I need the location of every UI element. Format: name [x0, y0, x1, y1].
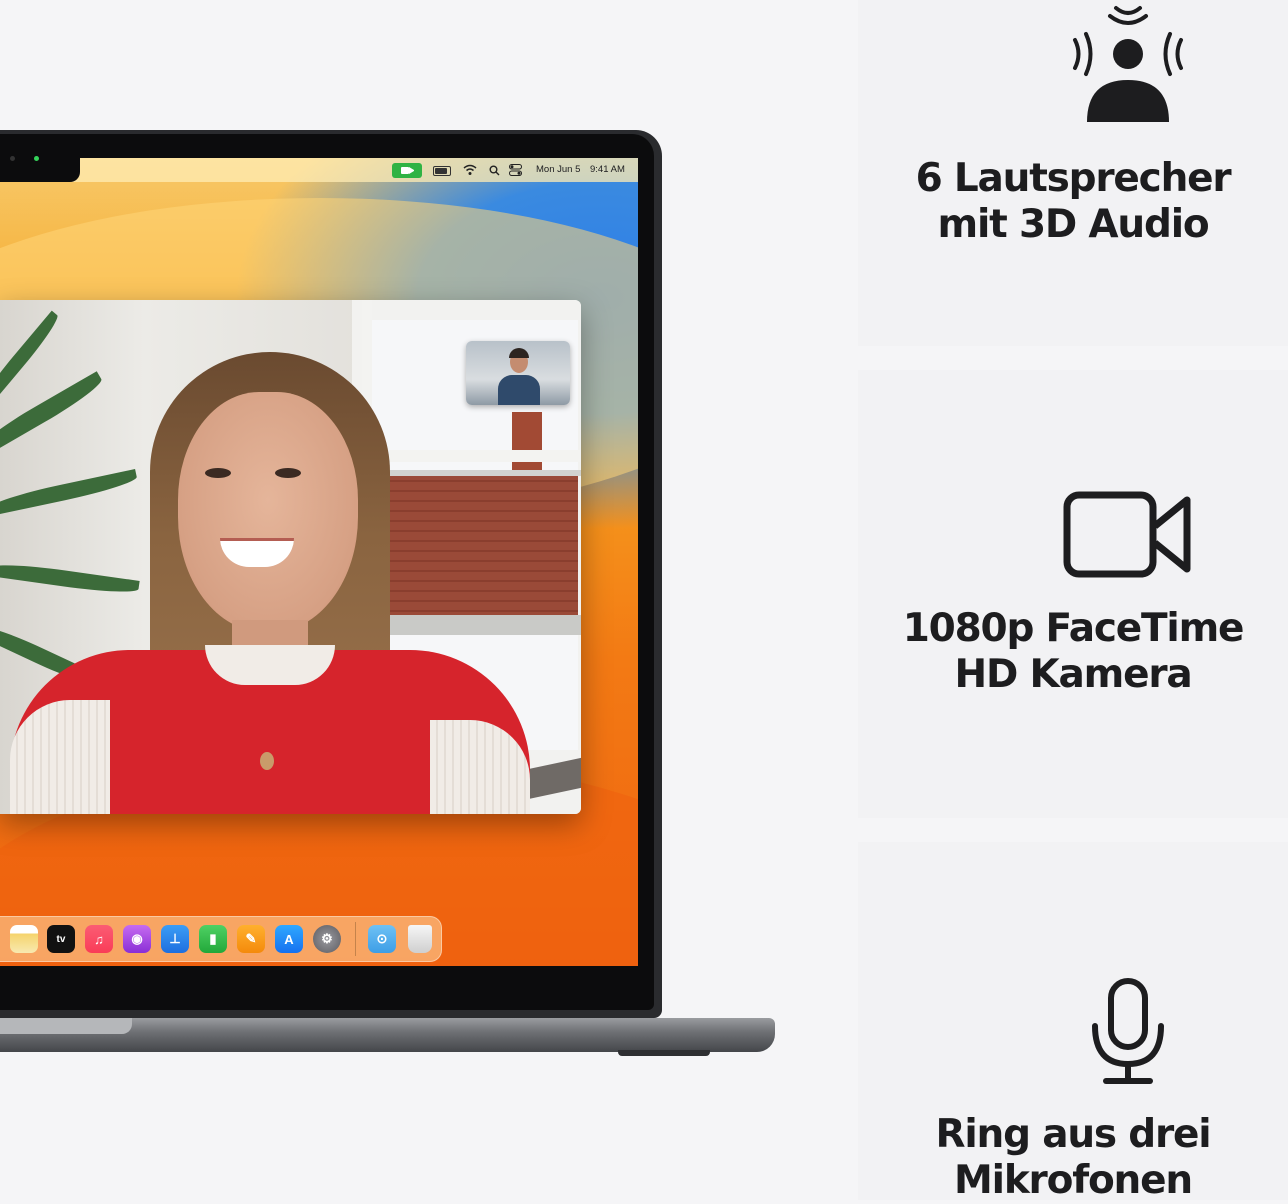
feature-title-microphones: Ring aus drei Mikrofonen — [935, 1112, 1212, 1203]
notes-icon[interactable] — [10, 925, 38, 953]
menubar-date[interactable]: Mon Jun 5 — [536, 164, 580, 175]
control-center-icon[interactable] — [509, 164, 522, 176]
camera-light-icon — [34, 156, 39, 161]
feature-card-microphones: Ring aus drei Mikrofonen — [858, 842, 1288, 1203]
feature-card-camera: 1080p FaceTime HD Kamera — [858, 370, 1288, 818]
facetime-status-icon[interactable] — [392, 163, 422, 178]
pages-icon[interactable]: ✎ — [237, 925, 265, 953]
battery-icon[interactable] — [433, 166, 451, 176]
menubar-time[interactable]: 9:41 AM — [590, 164, 625, 175]
search-icon[interactable] — [489, 165, 500, 176]
self-view-thumbnail[interactable] — [466, 341, 570, 405]
feature-card-speakers: 6 Lautsprecher mit 3D Audio — [858, 0, 1288, 346]
facetime-call-window[interactable] — [0, 300, 581, 814]
camera-lens-icon — [10, 156, 15, 161]
dock-divider — [355, 922, 356, 956]
apple-tv-label: tv — [56, 933, 66, 945]
podcasts-icon[interactable]: ◉ — [123, 925, 151, 953]
app-store-icon[interactable]: A — [275, 925, 303, 953]
spatial-audio-person-icon — [1073, 6, 1183, 122]
music-icon[interactable]: ♫ — [85, 925, 113, 953]
microphone-icon — [1092, 978, 1164, 1084]
laptop-foot — [618, 1050, 710, 1056]
downloads-folder-icon[interactable]: ⊙ — [368, 925, 396, 953]
feature-title-speakers: 6 Lautsprecher mit 3D Audio — [915, 156, 1232, 247]
feature-title-camera: 1080p FaceTime HD Kamera — [902, 606, 1245, 697]
system-settings-icon[interactable]: ⚙ — [313, 925, 341, 953]
apple-tv-icon[interactable]: tv — [47, 925, 75, 953]
video-camera-icon — [1063, 491, 1191, 578]
laptop-opening-notch — [0, 1018, 132, 1034]
keynote-icon[interactable]: ⊥ — [161, 925, 189, 953]
camera-notch — [0, 152, 80, 182]
numbers-icon[interactable]: ▮ — [199, 925, 227, 953]
wifi-icon[interactable] — [463, 164, 477, 176]
trash-icon[interactable] — [408, 925, 432, 953]
laptop-illustration: Mon Jun 5 9:41 AM tv ♫ ◉ ⊥ ▮ ✎ A ⚙ ⊙ — [0, 0, 838, 1200]
